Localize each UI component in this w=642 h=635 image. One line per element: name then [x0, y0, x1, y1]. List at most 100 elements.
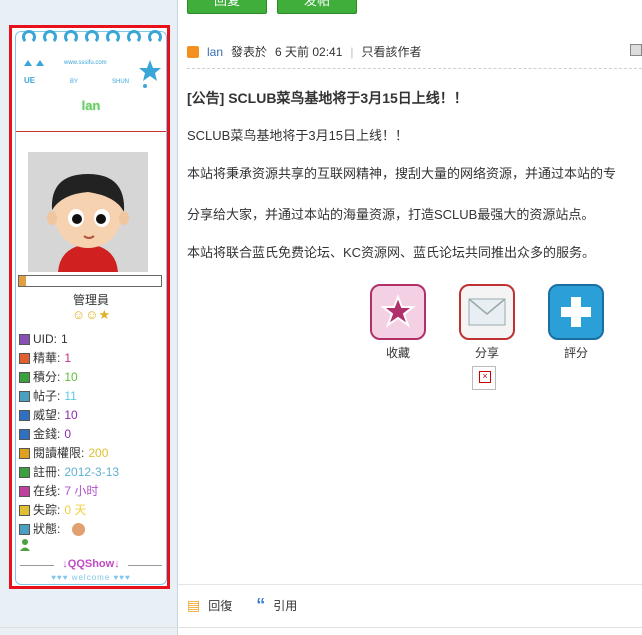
post-paragraph: 本站将秉承资源共享的互联网精神，搜刮大量的网络资源，并通过本站的专: [187, 166, 617, 181]
stat-label: 狀態:: [33, 522, 61, 536]
svg-text:BY: BY: [70, 79, 78, 85]
stat-row: 帖子: 11: [19, 387, 165, 406]
stat-label: 帖子:: [33, 389, 61, 403]
star-icon: ★: [98, 307, 111, 322]
stat-label: 精華:: [33, 351, 61, 365]
envelope-icon[interactable]: [459, 284, 515, 340]
post-paragraph: 分享给大家，并通过本站的海量资源，打造SCLUB最强大的资源站点。: [187, 207, 595, 222]
post-paragraph: SCLUB菜鸟基地将于3月15日上线！！: [187, 128, 409, 143]
stat-row: 失踪: 0 天: [19, 501, 165, 520]
profile-username[interactable]: lan: [16, 98, 166, 113]
stat-value: 7 小时: [64, 484, 99, 498]
online-user-icon: [20, 539, 30, 551]
stat-icon: [19, 448, 30, 459]
profile-sidebar: www.sssifu.com UE BY SHUN lan 管理員 ☺☺★ UI…: [0, 0, 178, 635]
svg-text:SHUN: SHUN: [112, 79, 129, 85]
status-user-icon: [72, 523, 86, 536]
stat-label: UID:: [33, 332, 57, 346]
stat-icon: [19, 334, 30, 345]
post-time: 6 天前 02:41: [275, 45, 343, 59]
meta-divider: [187, 68, 642, 69]
footer-divider: [178, 584, 642, 585]
stat-value: 2012-3-13: [64, 465, 120, 479]
stat-icon: [19, 353, 30, 364]
qqshow-label[interactable]: ↓QQShow↓: [18, 558, 164, 570]
stat-row: 在线: 7 小时: [19, 482, 165, 501]
stat-label: 失踪:: [33, 503, 61, 517]
broken-image-icon: ×: [472, 366, 496, 390]
reply-icon[interactable]: ▤: [187, 597, 200, 614]
user-rank: 管理員: [72, 293, 109, 307]
svg-text:UE: UE: [24, 76, 36, 85]
level-progress-bar: [18, 275, 162, 287]
stat-row: 精華: 1: [19, 349, 165, 368]
divider: [16, 131, 166, 132]
stat-value: 1: [64, 351, 72, 365]
stat-label: 閱讀權限:: [33, 446, 85, 460]
reply-top-button[interactable]: 回复: [187, 0, 267, 14]
stat-row: 威望: 10: [19, 406, 165, 425]
stat-row: 積分: 10: [19, 368, 165, 387]
stat-icon: [19, 372, 30, 383]
profile-card: www.sssifu.com UE BY SHUN lan 管理員 ☺☺★ UI…: [15, 30, 167, 585]
post-footer: ▤ 回復 “ 引用: [187, 595, 297, 616]
post-paragraph: 本站将联合蓝氏免费论坛、KC资源网、蓝氏论坛共同推出众多的服务。: [187, 245, 596, 260]
stat-icon: [19, 524, 30, 535]
author-only-link[interactable]: 只看該作者: [362, 43, 422, 60]
user-stats-list: UID: 1 精華: 1 積分: 10 帖子: 11 威望: 10 金錢: 0 閱讀權限: 200 註冊: 2…: [19, 330, 165, 539]
favorite-label[interactable]: 收藏: [368, 344, 428, 361]
qq-decoration: www.sssifu.com UE BY SHUN: [24, 60, 161, 88]
stat-value: 10: [64, 408, 78, 422]
plus-icon[interactable]: [548, 284, 604, 340]
stat-label: 在线:: [33, 484, 61, 498]
post-author-link[interactable]: lan: [207, 45, 223, 59]
qqshow-banner[interactable]: ↓QQShow↓: [18, 558, 164, 572]
quote-link[interactable]: 引用: [273, 597, 297, 614]
page-bottom-divider: [0, 627, 642, 628]
smiley-icon: ☺: [71, 307, 86, 322]
stat-label: 積分:: [33, 370, 61, 384]
star-icon[interactable]: [370, 284, 426, 340]
level-progress-fill: [19, 276, 27, 286]
stat-icon: [19, 486, 30, 497]
post-title: [公告] SCLUB菜鸟基地将于3月15日上线！！: [187, 90, 468, 106]
rate-label[interactable]: 評分: [546, 344, 606, 361]
profile-highlight-box: www.sssifu.com UE BY SHUN lan 管理員 ☺☺★ UI…: [9, 25, 170, 589]
share-button[interactable]: 分享: [457, 284, 517, 361]
stat-icon: [19, 505, 30, 516]
stat-row: 金錢: 0: [19, 425, 165, 444]
stat-row: 狀態:: [19, 520, 165, 539]
stat-row: 註冊: 2012-3-13: [19, 463, 165, 482]
stat-value: 0: [64, 427, 72, 441]
stat-value: 11: [64, 389, 77, 403]
rank-icons: ☺☺★: [16, 308, 166, 322]
stat-label: 威望:: [33, 408, 61, 422]
stat-icon: [19, 410, 30, 421]
site-deco-text: www.sssifu.com: [63, 60, 107, 66]
user-icon: [187, 45, 199, 58]
quote-icon[interactable]: “: [256, 595, 265, 616]
reply-link[interactable]: 回復: [208, 597, 232, 614]
share-label[interactable]: 分享: [457, 344, 517, 361]
rate-button[interactable]: 評分: [546, 284, 606, 361]
stat-icon: [19, 429, 30, 440]
notebook-rings: [22, 30, 162, 48]
stat-label: 金錢:: [33, 427, 61, 441]
smiley-icon: ☺: [85, 307, 99, 322]
stat-label: 註冊:: [33, 465, 61, 479]
stat-value: 200: [88, 446, 109, 460]
print-icon[interactable]: [630, 44, 642, 56]
post-meta: lan 發表於 6 天前 02:41 | 只看該作者: [187, 43, 422, 60]
stat-icon: [19, 391, 30, 402]
stat-icon: [19, 467, 30, 478]
avatar-cartoon-icon: [28, 152, 148, 272]
new-post-top-button[interactable]: 发帖: [277, 0, 357, 14]
stat-row: 閱讀權限: 200: [19, 444, 165, 463]
stat-value: 0 天: [64, 503, 87, 517]
stat-row: UID: 1: [19, 330, 165, 349]
stat-value: 10: [64, 370, 78, 384]
favorite-button[interactable]: 收藏: [368, 284, 428, 361]
posted-label: 發表於: [231, 45, 268, 59]
avatar[interactable]: [28, 152, 148, 272]
stat-value: 1: [61, 332, 68, 346]
